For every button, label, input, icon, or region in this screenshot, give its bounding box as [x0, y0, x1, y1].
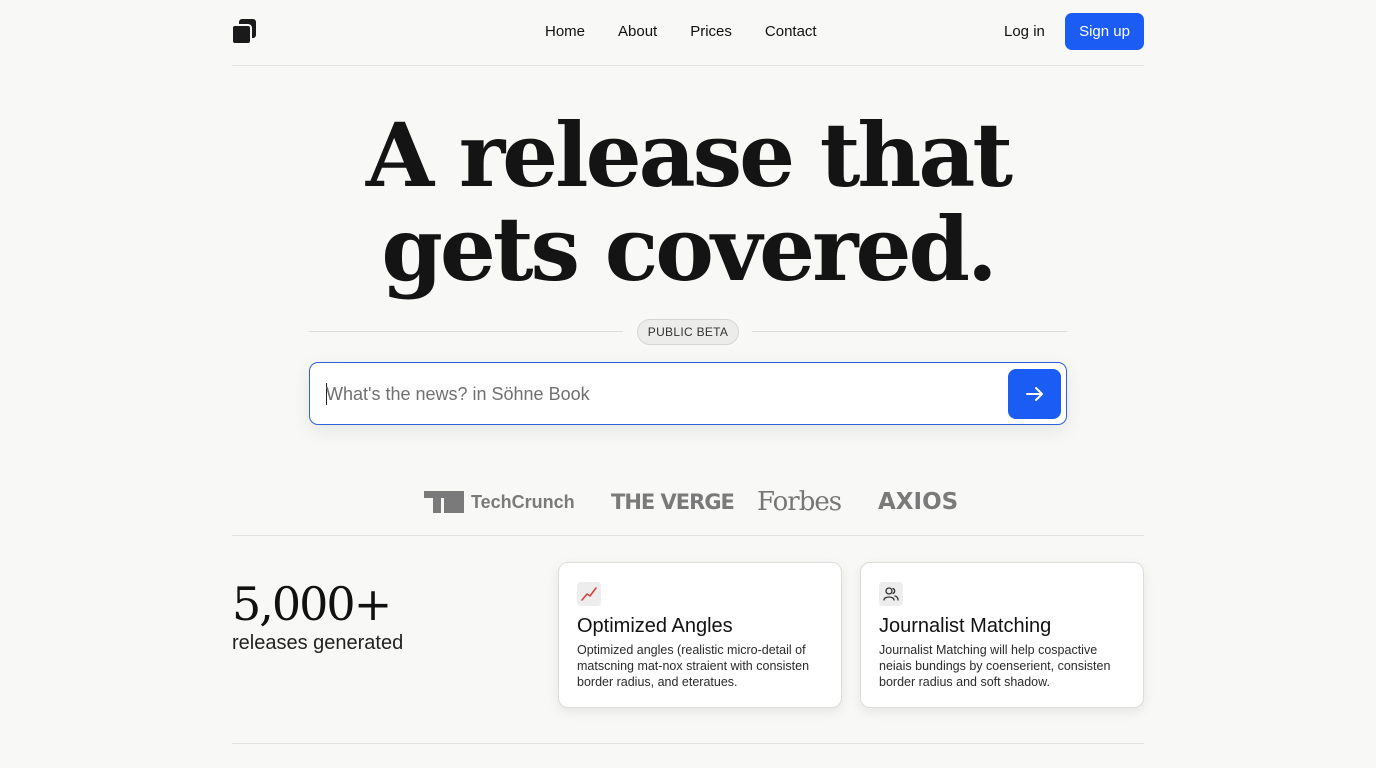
- nav-link-contact[interactable]: Contact: [765, 22, 817, 42]
- releases-label: releases generated: [232, 632, 404, 654]
- news-input[interactable]: [326, 379, 986, 409]
- nav-link-prices[interactable]: Prices: [690, 22, 732, 42]
- hero-headline-line-2: gets covered.: [381, 197, 997, 301]
- press-logos: TechCrunch THE VERGE Forbes AXIOS: [232, 478, 1144, 536]
- the-verge-logo: THE VERGE: [611, 490, 735, 514]
- feature-card-journalist-matching: Journalist Matching Journalist Matching …: [860, 562, 1144, 708]
- divider-line-right: [752, 331, 1067, 332]
- section-divider: [232, 743, 1144, 744]
- users-icon: [879, 582, 903, 606]
- arrow-right-icon: [1025, 387, 1043, 401]
- techcrunch-mark-icon: [424, 491, 464, 513]
- news-search-box: [309, 362, 1067, 425]
- hero-headline: A release that gets covered.: [0, 108, 1376, 296]
- hero-headline-line-1: A release that: [365, 103, 1013, 207]
- feature-title: Optimized Angles: [577, 615, 733, 637]
- feature-card-optimized-angles: Optimized Angles Optimized angles (reali…: [558, 562, 842, 708]
- nav-link-about[interactable]: About: [618, 22, 657, 42]
- top-nav: Home About Prices Contact Log in Sign up: [232, 0, 1144, 66]
- submit-button[interactable]: [1008, 369, 1061, 419]
- forbes-logo: Forbes: [757, 487, 842, 517]
- login-link[interactable]: Log in: [1004, 22, 1045, 42]
- nav-link-home[interactable]: Home: [545, 22, 585, 42]
- feature-title: Journalist Matching: [879, 615, 1052, 637]
- feature-description: Optimized angles (realistic micro-detail…: [577, 643, 810, 689]
- feature-description: Journalist Matching will help cospactive…: [879, 643, 1111, 689]
- signup-button[interactable]: Sign up: [1065, 13, 1144, 50]
- techcrunch-wordmark: TechCrunch: [471, 492, 575, 512]
- primary-nav: Home About Prices Contact: [545, 22, 850, 42]
- beta-divider: PUBLIC BETA: [309, 319, 1067, 345]
- divider-line-left: [309, 331, 623, 332]
- axios-logo: AXIOS: [878, 489, 959, 515]
- brand-logo-icon[interactable]: [232, 19, 258, 45]
- releases-count: 5,000+: [232, 577, 392, 631]
- public-beta-badge: PUBLIC BETA: [637, 319, 739, 345]
- chart-trend-icon: [577, 582, 601, 606]
- techcrunch-logo: TechCrunch: [424, 488, 575, 516]
